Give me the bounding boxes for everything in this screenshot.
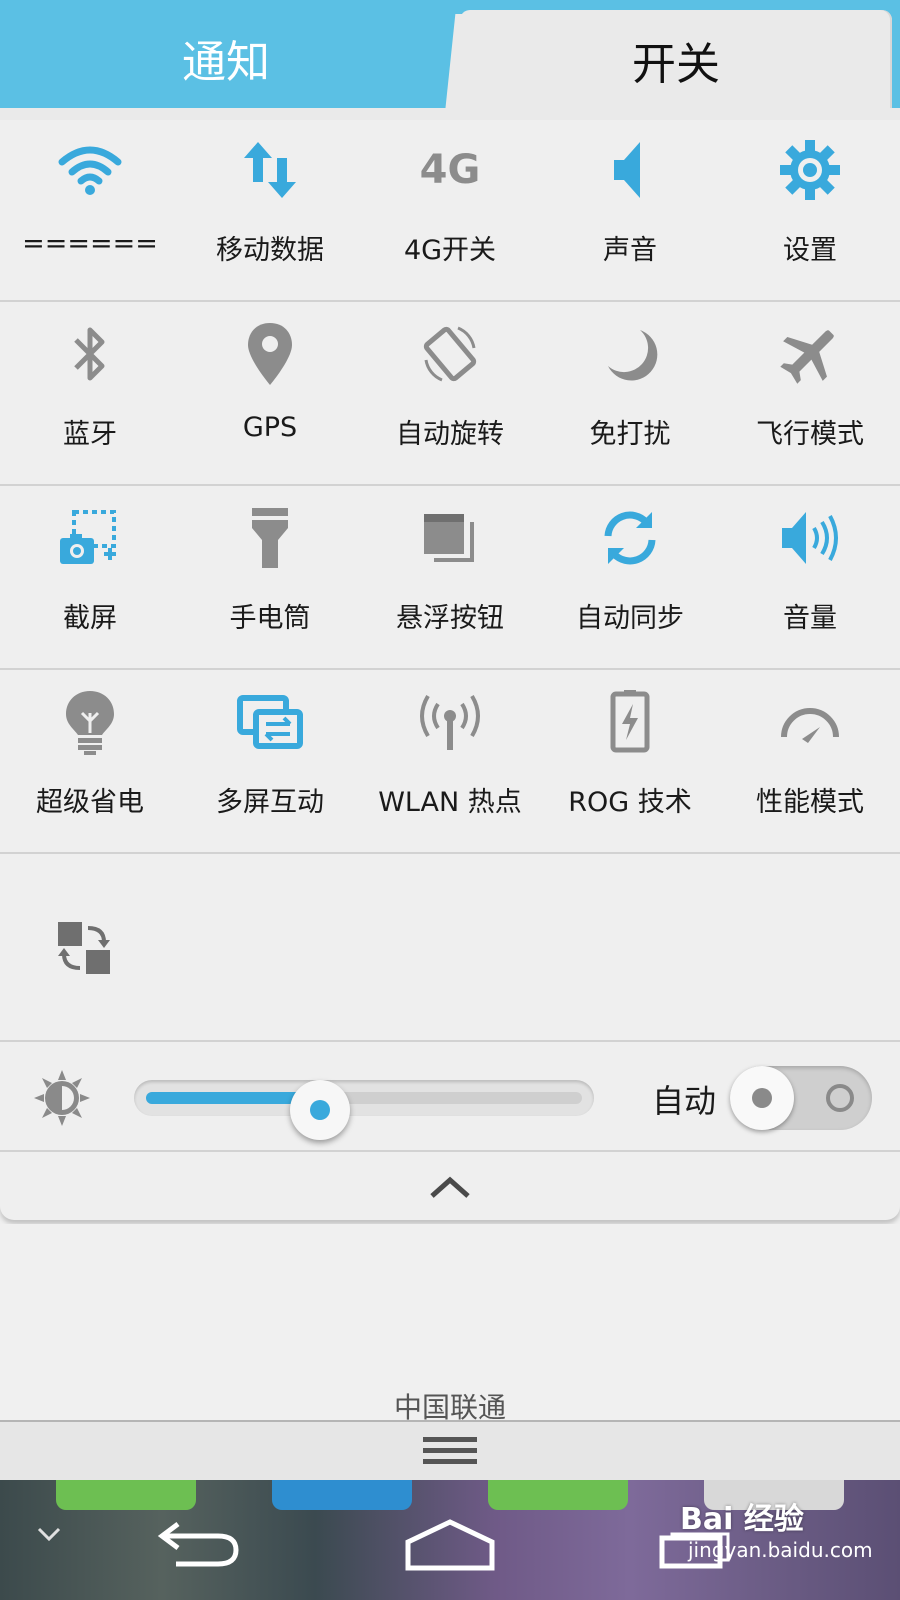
rotate-icon: [414, 318, 486, 390]
toggle-label: 声音: [603, 235, 657, 266]
tab-underline: [0, 108, 900, 120]
dock-app-icon[interactable]: [488, 1480, 628, 1510]
dock-app-icon[interactable]: [56, 1480, 196, 1510]
toggle-label: GPS: [242, 412, 298, 443]
toggle-row: 超级省电 多屏互动 WLAN 热点 ROG 技术 性能模式: [0, 670, 900, 854]
hotspot-icon: [414, 686, 486, 758]
4g-icon: 4G: [419, 147, 481, 193]
toggle-sound[interactable]: 声音: [540, 120, 720, 300]
watermark-logo: Bai 经验: [680, 1502, 804, 1537]
toggle-performance-mode[interactable]: 性能模式: [720, 670, 900, 852]
multi-screen-icon: [234, 686, 306, 758]
menu-lines-icon: [423, 1437, 477, 1464]
toggle-auto-sync[interactable]: 自动同步: [540, 486, 720, 668]
bulb-icon: [54, 686, 126, 758]
chevron-up-icon: [430, 1176, 470, 1198]
toggle-label: 移动数据: [216, 235, 324, 266]
volume-icon: [774, 502, 846, 574]
watermark-url: jingyan.baidu.com: [688, 1538, 873, 1562]
airplane-icon: [774, 318, 846, 390]
sync-icon: [594, 502, 666, 574]
toggle-bluetooth[interactable]: 蓝牙: [0, 302, 180, 484]
toggle-screenshot[interactable]: 截屏: [0, 486, 180, 668]
toggle-label: 自动旋转: [396, 419, 504, 450]
toggle-label: 自动同步: [576, 603, 684, 634]
toggle-floating-button[interactable]: 悬浮按钮: [360, 486, 540, 668]
brightness-row: 自动: [0, 1044, 900, 1152]
toggle-auto-rotate[interactable]: 自动旋转: [360, 302, 540, 484]
tab-bar: 通知 开关: [0, 0, 900, 120]
toggle-rog[interactable]: ROG 技术: [540, 670, 720, 852]
collapse-button[interactable]: [0, 1154, 900, 1220]
tab-switches-label: 开关: [632, 39, 720, 90]
toggle-label: 超级省电: [36, 787, 144, 818]
drag-handle[interactable]: [0, 1420, 900, 1480]
swap-tiles-icon[interactable]: [54, 918, 126, 990]
speedometer-icon: [774, 686, 846, 758]
toggle-row: 截屏 手电筒 悬浮按钮 自动同步 音量: [0, 486, 900, 670]
quick-settings-grid: ====== 移动数据 4G 4G开关 声音 设置 蓝牙 GPS 自动旋转 免打…: [0, 120, 900, 854]
gear-icon: [774, 134, 846, 206]
slider-knob[interactable]: [290, 1080, 351, 1140]
dock-app-icon[interactable]: [272, 1480, 412, 1510]
toggle-label: WLAN 热点: [378, 787, 522, 818]
home-icon[interactable]: [404, 1518, 496, 1572]
toggle-label: 4G开关: [403, 235, 497, 266]
toggle-wifi[interactable]: ======: [0, 120, 180, 300]
toggle-label: 性能模式: [756, 787, 864, 818]
bluetooth-icon: [54, 318, 126, 390]
tab-notifications[interactable]: 通知: [0, 0, 452, 110]
sound-icon: [594, 134, 666, 206]
flashlight-icon: [234, 502, 306, 574]
brightness-icon: [30, 1066, 94, 1130]
brightness-slider[interactable]: [134, 1080, 594, 1140]
toggle-mobile-data[interactable]: 移动数据: [180, 120, 360, 300]
toggle-label: 蓝牙: [63, 419, 117, 450]
location-icon: [234, 318, 306, 390]
toggle-knob: [730, 1066, 794, 1130]
toggle-label: ROG 技术: [568, 787, 692, 818]
wifi-icon: [54, 134, 126, 206]
toggle-label: 截屏: [63, 603, 117, 634]
toggle-label: 多屏互动: [216, 787, 324, 818]
toggle-label: 悬浮按钮: [396, 603, 504, 634]
back-icon[interactable]: [156, 1518, 242, 1570]
mobile-data-icon: [234, 134, 306, 206]
toggle-wlan-hotspot[interactable]: WLAN 热点: [360, 670, 540, 852]
auto-brightness-toggle[interactable]: [730, 1066, 872, 1130]
toggle-off-ring: [826, 1084, 854, 1112]
tab-switches[interactable]: 开关: [460, 10, 892, 116]
battery-bolt-icon: [594, 686, 666, 758]
toggle-multi-screen[interactable]: 多屏互动: [180, 670, 360, 852]
toggle-label: 免打扰: [589, 419, 671, 450]
expand-icon[interactable]: [36, 1526, 62, 1542]
toggle-gps[interactable]: GPS: [180, 302, 360, 484]
toggle-label: 飞行模式: [756, 419, 864, 450]
toggle-row: 蓝牙 GPS 自动旋转 免打扰 飞行模式: [0, 302, 900, 486]
toggle-settings[interactable]: 设置: [720, 120, 900, 300]
toggle-flashlight[interactable]: 手电筒: [180, 486, 360, 668]
toggle-label: 手电筒: [229, 603, 311, 634]
toggle-row: ====== 移动数据 4G 4G开关 声音 设置: [0, 120, 900, 302]
moon-icon: [594, 318, 666, 390]
toggle-do-not-disturb[interactable]: 免打扰: [540, 302, 720, 484]
toggle-power-saving[interactable]: 超级省电: [0, 670, 180, 852]
auto-brightness-label: 自动: [652, 1082, 717, 1120]
edit-row: [0, 858, 900, 1042]
toggle-volume[interactable]: 音量: [720, 486, 900, 668]
navigation-bar: Bai 经验 jingyan.baidu.com: [0, 1480, 900, 1600]
toggle-label: ======: [22, 228, 158, 259]
toggle-label: 设置: [783, 235, 837, 266]
toggle-airplane-mode[interactable]: 飞行模式: [720, 302, 900, 484]
floating-button-icon: [414, 502, 486, 574]
toggle-label: 音量: [783, 603, 837, 634]
screenshot-icon: [54, 502, 126, 574]
tab-notifications-label: 通知: [182, 37, 270, 88]
slider-groove: [146, 1080, 582, 1140]
toggle-4g[interactable]: 4G 4G开关: [360, 120, 540, 300]
